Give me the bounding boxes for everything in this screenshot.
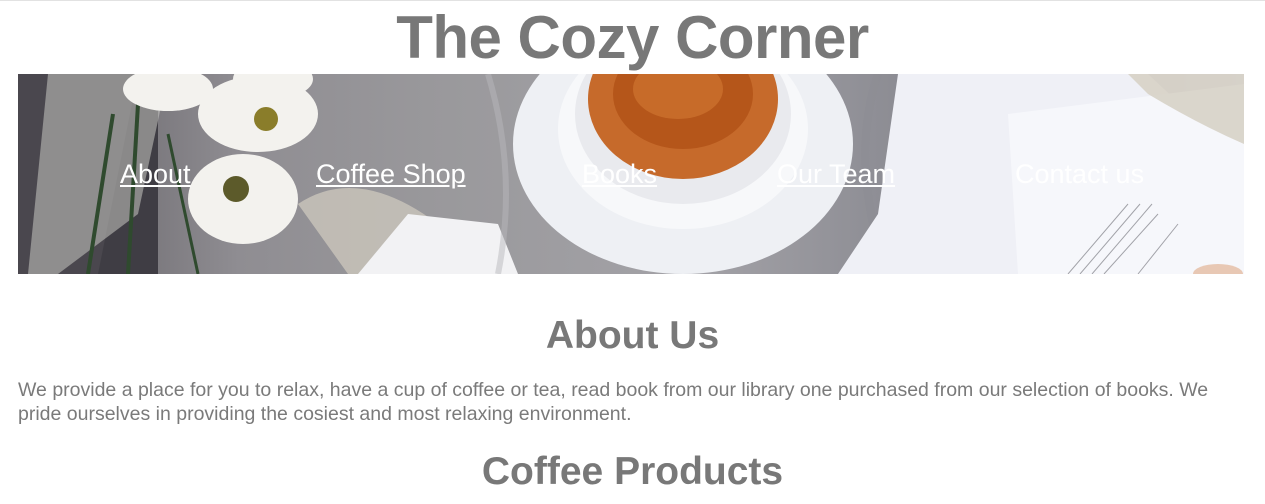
- about-description: We provide a place for you to relax, hav…: [18, 379, 1209, 425]
- hero-banner: About Coffee Shop Books Our Team Contact…: [18, 74, 1244, 274]
- nav-link-our-team[interactable]: Our Team: [777, 158, 895, 190]
- nav-link-books[interactable]: Books: [582, 158, 657, 190]
- main-nav: About Coffee Shop Books Our Team Contact…: [18, 158, 1244, 190]
- site-title: The Cozy Corner: [396, 4, 869, 71]
- nav-link-coffee-shop[interactable]: Coffee Shop: [316, 158, 466, 190]
- about-heading: About Us: [545, 314, 720, 357]
- nav-link-contact-us[interactable]: Contact us: [1015, 158, 1144, 190]
- nav-link-about[interactable]: About: [120, 158, 191, 190]
- coffee-products-heading: Coffee Products: [481, 450, 784, 493]
- top-divider: [0, 0, 1265, 1]
